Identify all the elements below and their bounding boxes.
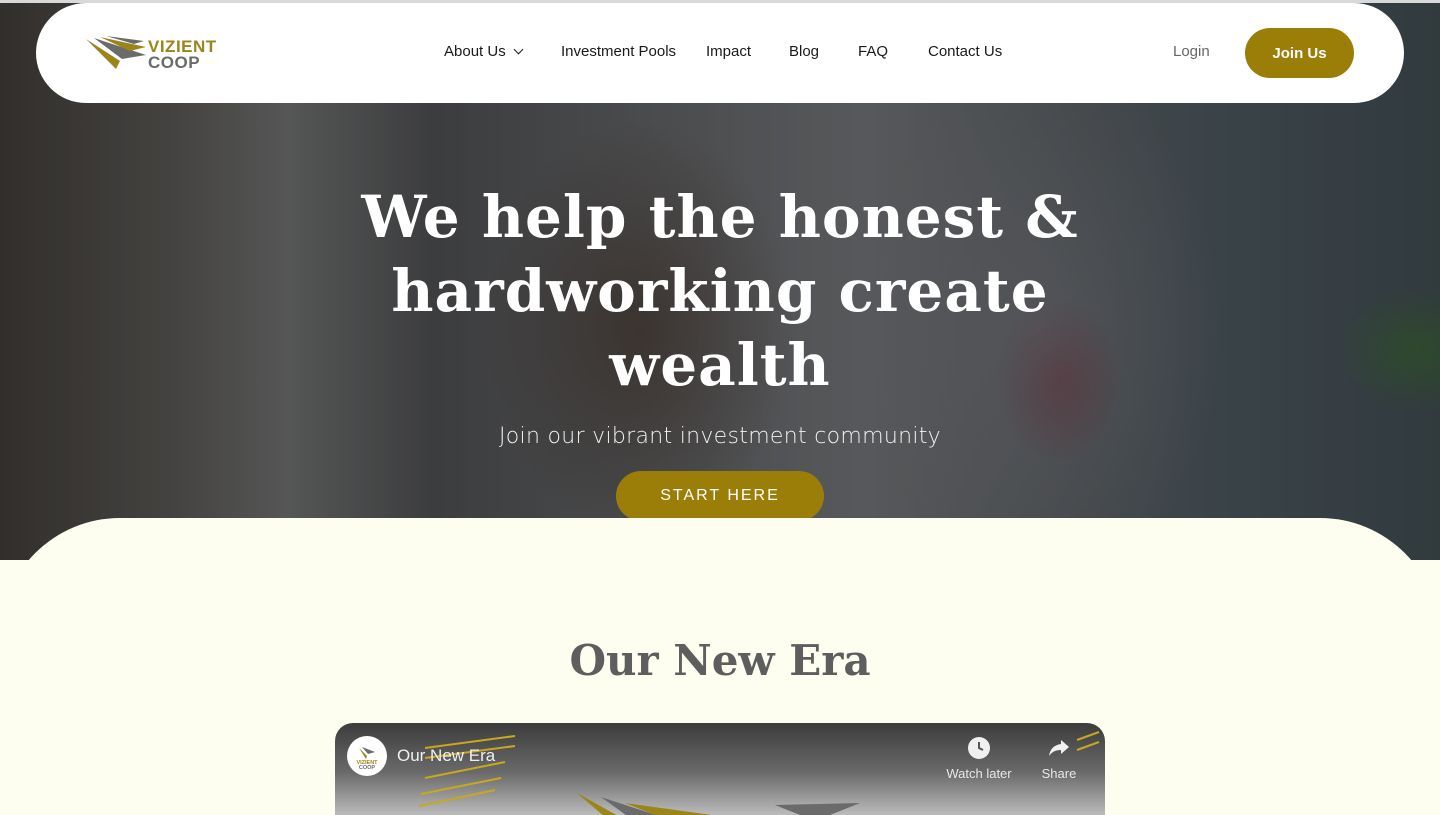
nav-investment-pools[interactable]: Investment Pools bbox=[561, 43, 676, 60]
logo-wing-icon bbox=[86, 36, 146, 69]
watch-later-label: Watch later bbox=[946, 766, 1012, 781]
video-thumbnail-logo bbox=[577, 793, 860, 815]
video-stripes-decoration bbox=[418, 735, 516, 807]
logo-line2: COOP bbox=[148, 53, 201, 72]
nav-impact[interactable]: Impact bbox=[706, 43, 751, 60]
channel-logo-icon: VIZIENT COOP bbox=[356, 747, 378, 771]
share-label: Share bbox=[1041, 766, 1077, 781]
new-era-section: Our New Era VIZIENT COOP Our New Era Wat… bbox=[0, 518, 1440, 815]
video-title[interactable]: Our New Era bbox=[397, 746, 495, 766]
start-here-button[interactable]: START HERE bbox=[616, 471, 824, 521]
nav-blog[interactable]: Blog bbox=[789, 43, 819, 60]
chevron-down-icon bbox=[513, 44, 524, 55]
watch-later-button[interactable]: Watch later bbox=[944, 736, 1014, 781]
hero-title-line2: hardworking create wealth bbox=[391, 257, 1049, 399]
share-button[interactable]: Share bbox=[1024, 736, 1094, 781]
nav-faq[interactable]: FAQ bbox=[858, 43, 888, 60]
channel-logo-line2: COOP bbox=[359, 765, 376, 771]
join-us-button[interactable]: Join Us bbox=[1245, 28, 1354, 78]
logo-text: VIZIENT COOP bbox=[148, 38, 217, 72]
nav-about-us-label: About Us bbox=[444, 43, 506, 60]
hero-subtitle: Join our vibrant investment community bbox=[498, 424, 941, 449]
hero-title: We help the honest & hardworking create … bbox=[340, 180, 1100, 402]
clock-icon bbox=[968, 737, 990, 759]
video-channel-avatar[interactable]: VIZIENT COOP bbox=[347, 736, 387, 776]
hero-content: We help the honest & hardworking create … bbox=[0, 180, 1440, 521]
login-link[interactable]: Login bbox=[1173, 43, 1210, 60]
section-title: Our New Era bbox=[569, 636, 871, 685]
hero-title-line1: We help the honest & bbox=[361, 183, 1079, 251]
site-logo[interactable]: VIZIENT COOP bbox=[86, 33, 226, 73]
share-icon bbox=[1049, 740, 1069, 756]
video-player[interactable]: VIZIENT COOP Our New Era Watch later Sha… bbox=[335, 723, 1105, 815]
navbar: VIZIENT COOP About Us Investment Pools I… bbox=[36, 3, 1404, 103]
nav-about-us[interactable]: About Us bbox=[444, 43, 524, 60]
nav-contact-us[interactable]: Contact Us bbox=[928, 43, 1002, 60]
